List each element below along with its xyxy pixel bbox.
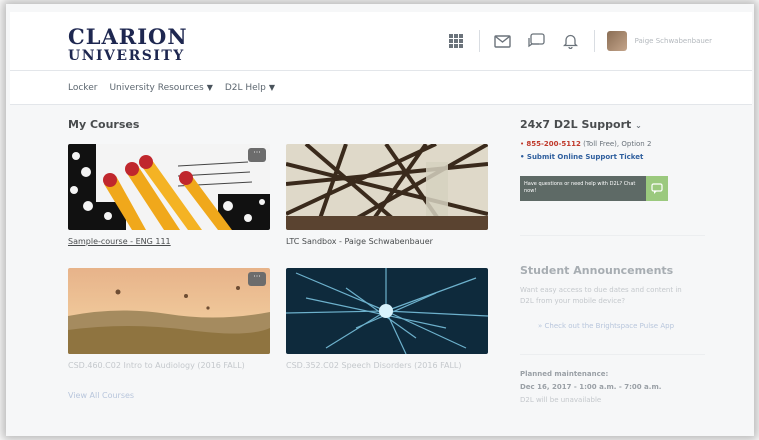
user-name[interactable]: Paige Schwabenbauer [635,37,712,45]
pulse-app-link[interactable]: » Check out the Brightspace Pulse App [538,322,674,330]
course-image-pencils[interactable]: ··· [68,144,270,230]
maintenance-note: D2L will be unavailable [520,396,602,404]
nav-item-d2l-help[interactable]: D2L Help ▼ [225,83,275,93]
chevron-down-icon: ▼ [206,83,213,92]
nav-label: Locker [68,82,98,93]
course-card[interactable]: ··· CSD.460.C02 Intro to Audiology (2016… [68,268,270,370]
nav-item-locker[interactable]: Locker [68,83,97,93]
bell-icon[interactable] [560,30,582,52]
view-all-courses-link[interactable]: View All Courses [68,391,134,400]
maintenance-date: Dec 16, 2017 - 1:00 a.m. - 7:00 a.m. [520,383,662,391]
course-name[interactable]: CSD.460.C02 Intro to Audiology (2016 FAL… [68,361,270,370]
course-menu-button[interactable]: ··· [248,148,266,162]
chat-now-banner[interactable]: Have questions or need help with D2L? Ch… [520,176,668,201]
header-divider-2 [593,30,595,52]
top-bar: CLARION UNIVERSITY Paige Schwabenbauer [10,12,752,71]
chevron-down-icon: ⌄ [635,121,642,130]
section-divider [520,354,705,355]
university-logo[interactable]: CLARION UNIVERSITY [68,26,188,63]
announcement-line: D2L from your mobile device? [520,297,626,305]
course-name[interactable]: CSD.352.C02 Speech Disorders (2016 FALL) [286,361,488,370]
announcements-title: Student Announcements [520,264,674,277]
nav-label: D2L Help [224,82,266,93]
avatar[interactable] [606,31,627,51]
nav-bar: Locker University Resources ▼ D2L Help ▼ [10,71,752,105]
submit-ticket-link[interactable]: • Submit Online Support Ticket [520,153,643,161]
course-name[interactable]: Sample-course - ENG 111 [68,237,270,246]
support-phone[interactable]: 855-200-5112 [526,140,581,148]
announcement-line: Want easy access to due dates and conten… [520,286,682,294]
support-phone-note: (Toll Free), Option 2 [580,140,652,148]
mail-icon[interactable] [492,30,514,52]
course-menu-button[interactable]: ··· [248,272,266,286]
header-divider [478,30,480,52]
course-card[interactable]: CSD.352.C02 Speech Disorders (2016 FALL) [286,268,488,370]
nav-item-university-resources[interactable]: University Resources ▼ [109,83,212,93]
my-courses-widget: My Courses ··· Sample-course - ENG 111 L… [58,110,498,420]
section-divider [520,235,705,236]
course-image-neurons[interactable] [286,268,488,354]
support-title[interactable]: 24x7 D2L Support ⌄ [520,118,642,131]
my-courses-title: My Courses [68,118,140,131]
course-card[interactable]: ··· Sample-course - ENG 111 [68,144,270,246]
course-name[interactable]: LTC Sandbox - Paige Schwabenbauer [286,237,488,246]
chat-bubble-icon[interactable] [646,176,668,201]
course-card[interactable]: LTC Sandbox - Paige Schwabenbauer [286,144,488,246]
chevron-down-icon: ▼ [268,83,276,92]
chat-icon[interactable] [526,30,548,52]
right-sidebar: 24x7 D2L Support ⌄ • 855-200-5112 (Toll … [512,110,712,420]
support-title-text: 24x7 D2L Support [520,118,632,131]
grid-icon[interactable] [445,30,467,52]
maintenance-title: Planned maintenance: [520,370,609,378]
logo-line1: CLARION [68,24,188,49]
top-icons: Paige Schwabenbauer [433,30,712,52]
chat-now-text: Have questions or need help with D2L? Ch… [524,181,636,194]
course-image-balloons[interactable]: ··· [68,268,270,354]
logo-line2: UNIVERSITY [68,48,185,64]
nav-label: University Resources [109,82,204,93]
support-phone-line: • 855-200-5112 (Toll Free), Option 2 [520,140,651,148]
course-image-bridge[interactable] [286,144,488,230]
